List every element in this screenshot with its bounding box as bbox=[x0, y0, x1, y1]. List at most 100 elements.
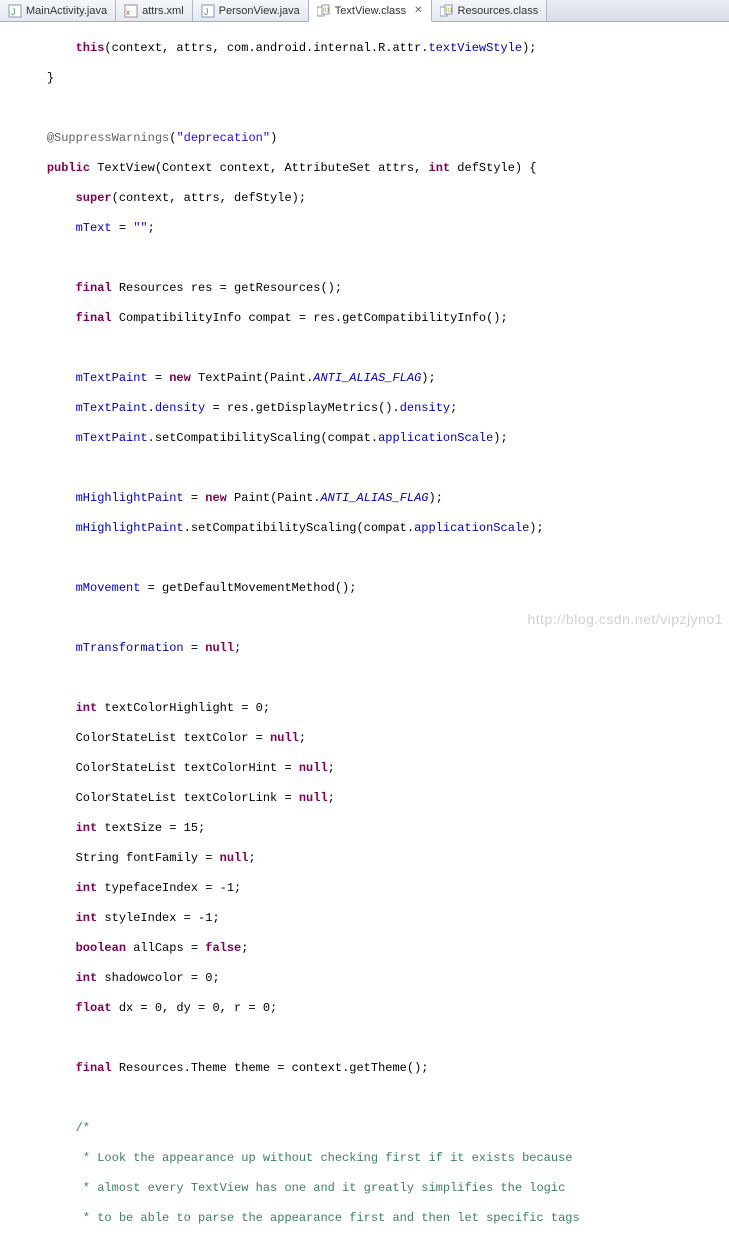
kw-this: this bbox=[76, 41, 105, 55]
svg-text:x: x bbox=[126, 8, 130, 17]
tab-attrs[interactable]: x attrs.xml bbox=[116, 0, 193, 21]
code: Resources res = getResources(); bbox=[112, 281, 342, 295]
kw: false bbox=[205, 941, 241, 955]
comment: /* bbox=[76, 1121, 90, 1135]
java-file-icon: J bbox=[8, 4, 22, 18]
field: mMovement bbox=[76, 581, 141, 595]
code: ; bbox=[241, 941, 248, 955]
code: ); bbox=[429, 491, 443, 505]
kw: null bbox=[299, 761, 328, 775]
code: ; bbox=[299, 731, 306, 745]
code: dx = 0, dy = 0, r = 0; bbox=[112, 1001, 278, 1015]
kw: null bbox=[205, 641, 234, 655]
kw: final bbox=[76, 311, 112, 325]
code: ColorStateList textColorHint = bbox=[76, 761, 299, 775]
code: ); bbox=[529, 521, 543, 535]
kw: int bbox=[76, 971, 98, 985]
string: "deprecation" bbox=[176, 131, 270, 145]
kw: null bbox=[299, 791, 328, 805]
close-icon[interactable]: ✕ bbox=[414, 5, 422, 16]
code: .setCompatibilityScaling(compat. bbox=[148, 431, 378, 445]
code: ; bbox=[234, 641, 241, 655]
field: applicationScale bbox=[378, 431, 493, 445]
field: density bbox=[400, 401, 450, 415]
code: (context, attrs, defStyle); bbox=[112, 191, 306, 205]
code: = res.getDisplayMetrics(). bbox=[205, 401, 399, 415]
code: ; bbox=[248, 851, 255, 865]
field: mTextPaint bbox=[76, 371, 148, 385]
field: mTextPaint bbox=[76, 401, 148, 415]
comment: * Look the appearance up without checkin… bbox=[76, 1151, 573, 1165]
code: allCaps = bbox=[126, 941, 205, 955]
field: textViewStyle bbox=[428, 41, 522, 55]
code: textColorHighlight = 0; bbox=[97, 701, 270, 715]
code: Paint(Paint. bbox=[227, 491, 321, 505]
kw: null bbox=[270, 731, 299, 745]
tab-mainactivity[interactable]: J MainActivity.java bbox=[0, 0, 116, 21]
code: String fontFamily = bbox=[76, 851, 220, 865]
tab-label: MainActivity.java bbox=[26, 5, 107, 17]
editor-tab-bar: J MainActivity.java x attrs.xml J Person… bbox=[0, 0, 729, 22]
field: mHighlightPaint bbox=[76, 491, 184, 505]
code: .setCompatibilityScaling(compat. bbox=[184, 521, 414, 535]
kw: int bbox=[76, 881, 98, 895]
watermark-text: http://blog.csdn.net/vipzjyno1 bbox=[527, 611, 723, 627]
code: Resources.Theme theme = context.getTheme… bbox=[112, 1061, 429, 1075]
code: typefaceIndex = -1; bbox=[97, 881, 241, 895]
code: = bbox=[148, 371, 170, 385]
code: ColorStateList textColorLink = bbox=[76, 791, 299, 805]
kw: new bbox=[169, 371, 191, 385]
code: = bbox=[184, 641, 206, 655]
field: mHighlightPaint bbox=[76, 521, 184, 535]
code: ); bbox=[421, 371, 435, 385]
svg-text:J: J bbox=[11, 7, 16, 17]
code: (context, attrs, com.android.internal.R.… bbox=[104, 41, 428, 55]
tab-label: TextView.class bbox=[335, 5, 406, 17]
comment: * to be able to parse the appearance fir… bbox=[76, 1211, 580, 1225]
annotation: @SuppressWarnings bbox=[47, 131, 169, 145]
tab-personview[interactable]: J PersonView.java bbox=[193, 0, 309, 21]
field: mTransformation bbox=[76, 641, 184, 655]
code: TextView(Context context, AttributeSet a… bbox=[90, 161, 428, 175]
kw: float bbox=[76, 1001, 112, 1015]
code-editor[interactable]: this(context, attrs, com.android.interna… bbox=[0, 22, 729, 1241]
code: ; bbox=[328, 791, 335, 805]
field: mTextPaint bbox=[76, 431, 148, 445]
kw: final bbox=[76, 281, 112, 295]
code: shadowcolor = 0; bbox=[97, 971, 219, 985]
code: textSize = 15; bbox=[97, 821, 205, 835]
kw: final bbox=[76, 1061, 112, 1075]
svg-text:J: J bbox=[204, 7, 209, 17]
code: TextPaint(Paint. bbox=[191, 371, 313, 385]
java-file-icon: J bbox=[201, 4, 215, 18]
tab-textview[interactable]: 01 TextView.class ✕ bbox=[309, 0, 432, 22]
code: ColorStateList textColor = bbox=[76, 731, 270, 745]
tab-label: attrs.xml bbox=[142, 5, 184, 17]
comment: * almost every TextView has one and it g… bbox=[76, 1181, 566, 1195]
code: ; bbox=[148, 221, 155, 235]
class-file-icon: 01 bbox=[317, 4, 331, 18]
code: ) bbox=[270, 131, 277, 145]
tab-label: Resources.class bbox=[458, 5, 539, 17]
class-file-icon: 01 bbox=[440, 4, 454, 18]
kw: int bbox=[429, 161, 451, 175]
code: ); bbox=[493, 431, 507, 445]
field: density bbox=[155, 401, 205, 415]
kw: int bbox=[76, 911, 98, 925]
svg-text:01: 01 bbox=[446, 8, 453, 14]
code: ); bbox=[522, 41, 536, 55]
static: ANTI_ALIAS_FLAG bbox=[313, 371, 421, 385]
field: mText bbox=[76, 221, 112, 235]
code: defStyle) { bbox=[450, 161, 536, 175]
xml-file-icon: x bbox=[124, 4, 138, 18]
tab-resources[interactable]: 01 Resources.class bbox=[432, 0, 548, 21]
kw: new bbox=[205, 491, 227, 505]
kw: int bbox=[76, 821, 98, 835]
code: = bbox=[112, 221, 134, 235]
code: } bbox=[47, 71, 54, 85]
static: ANTI_ALIAS_FLAG bbox=[320, 491, 428, 505]
kw: super bbox=[76, 191, 112, 205]
kw: int bbox=[76, 701, 98, 715]
kw: public bbox=[47, 161, 90, 175]
code: . bbox=[148, 401, 155, 415]
